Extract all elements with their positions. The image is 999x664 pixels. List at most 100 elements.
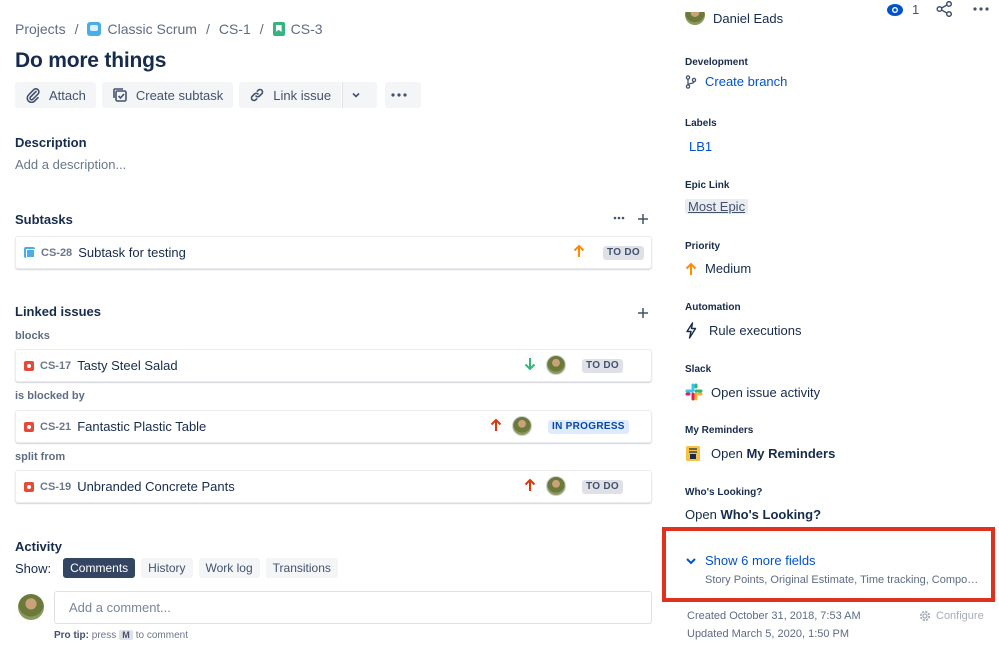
assignee-avatar[interactable]	[546, 355, 566, 375]
gear-icon	[919, 610, 931, 622]
status-lozenge[interactable]: TO DO	[582, 359, 623, 373]
issue-key[interactable]: CS-19	[40, 481, 71, 493]
issue-summary[interactable]: Subtask for testing	[78, 245, 186, 260]
more-icon[interactable]	[973, 1, 989, 17]
checkbox-icon	[113, 88, 127, 102]
priority-value: Medium	[705, 261, 752, 276]
more-actions-button[interactable]	[385, 82, 422, 108]
automation-heading: Automation	[685, 302, 741, 313]
activity-heading: Activity	[15, 539, 62, 554]
protip-key: M	[119, 630, 133, 640]
share-icon[interactable]	[936, 1, 953, 17]
issue-key[interactable]: CS-28	[41, 247, 72, 259]
priority-medium-icon	[685, 262, 697, 276]
breadcrumb-issue[interactable]: CS-3	[272, 21, 323, 37]
epic-link-value: Most Epic	[685, 199, 749, 214]
assignee-field[interactable]: Daniel Eads	[685, 12, 783, 25]
link-issue-button[interactable]: Link issue	[239, 82, 342, 108]
description-heading: Description	[15, 135, 87, 150]
epic-link-heading: Epic Link	[685, 180, 730, 191]
add-link-plus-icon[interactable]	[637, 307, 649, 319]
labels-heading: Labels	[685, 118, 717, 129]
status-lozenge[interactable]: TO DO	[603, 246, 644, 260]
assignee-avatar[interactable]	[546, 476, 566, 496]
priority-high-icon	[573, 244, 585, 257]
priority-highest-icon	[490, 418, 502, 431]
create-subtask-label: Create subtask	[135, 87, 224, 103]
linked-issues-heading: Linked issues	[15, 304, 101, 319]
configure-label: Configure	[936, 610, 984, 622]
assignee-name: Daniel Eads	[713, 12, 784, 25]
breadcrumb-parent[interactable]: CS-1	[219, 21, 251, 37]
show-more-fields-label: Show 6 more fields	[705, 553, 816, 568]
label-chip[interactable]: LB1	[685, 138, 717, 155]
rule-executions-label: Rule executions	[709, 323, 802, 338]
create-branch-link[interactable]: Create branch	[685, 74, 787, 89]
my-reminders-link[interactable]: Open My Reminders	[685, 445, 835, 462]
assignee-avatar	[685, 12, 705, 25]
linked-issue-row[interactable]: CS-19 Unbranded Concrete Pants TO DO	[15, 470, 652, 503]
branch-icon	[685, 74, 697, 89]
show-more-fields-button[interactable]: Show 6 more fields Story Points, Origina…	[685, 553, 980, 586]
assignee-avatar[interactable]	[512, 416, 532, 436]
create-subtask-button[interactable]: Create subtask	[101, 82, 234, 108]
my-reminders-bold: My Reminders	[746, 446, 836, 461]
breadcrumb-projects[interactable]: Projects	[15, 21, 66, 37]
issue-toolbar: Attach Create subtask Link issue	[15, 82, 422, 108]
link-icon	[251, 88, 264, 102]
watch-button[interactable]: 1	[886, 2, 919, 17]
linked-issue-row[interactable]: CS-21 Fantastic Plastic Table IN PROGRES…	[15, 410, 652, 443]
whos-looking-prefix: Open	[685, 507, 717, 522]
configure-button[interactable]: Configure	[918, 609, 984, 623]
breadcrumb-project-label: Classic Scrum	[107, 21, 197, 37]
eye-icon	[887, 3, 903, 16]
link-issue-label: Link issue	[273, 87, 332, 103]
lightning-icon	[685, 322, 697, 339]
bug-icon	[24, 360, 34, 371]
breadcrumb: Projects / Classic Scrum / CS-1 / CS-3	[15, 21, 323, 37]
epic-chip[interactable]: Most Epic	[685, 199, 749, 214]
tab-comments[interactable]: Comments	[63, 558, 136, 578]
protip-label: Pro tip:	[54, 630, 89, 641]
breadcrumb-project[interactable]: Classic Scrum	[87, 21, 197, 37]
subtasks-more-icon[interactable]	[613, 216, 625, 220]
status-lozenge[interactable]: TO DO	[582, 480, 623, 494]
description-placeholder[interactable]: Add a description...	[15, 157, 126, 172]
issue-title[interactable]: Do more things	[15, 49, 166, 73]
comment-input[interactable]: Add a comment...	[54, 591, 652, 624]
current-user-avatar	[18, 594, 44, 620]
story-icon	[272, 22, 285, 36]
whos-looking-heading: Who's Looking?	[685, 487, 763, 498]
issue-key[interactable]: CS-21	[40, 421, 71, 433]
rule-executions-link[interactable]: Rule executions	[685, 322, 802, 339]
link-issue-dropdown-button[interactable]	[342, 82, 378, 108]
linked-issue-row[interactable]: CS-17 Tasty Steel Salad TO DO	[15, 349, 652, 382]
tab-history[interactable]: History	[141, 558, 193, 578]
activity-show-label: Show:	[15, 560, 52, 576]
issue-summary[interactable]: Fantastic Plastic Table	[77, 419, 206, 434]
whos-looking-link[interactable]: Open Who's Looking?	[685, 507, 821, 522]
project-avatar-icon	[87, 22, 102, 36]
tab-work-log[interactable]: Work log	[198, 558, 260, 578]
priority-highest-icon	[524, 478, 536, 491]
reminder-icon	[685, 445, 701, 462]
issue-summary[interactable]: Unbranded Concrete Pants	[77, 479, 235, 494]
slack-activity-link[interactable]: Open issue activity	[685, 383, 820, 401]
development-heading: Development	[685, 57, 748, 68]
link-relation-label: split from	[15, 451, 66, 463]
tab-transitions[interactable]: Transitions	[265, 558, 338, 578]
issue-summary[interactable]: Tasty Steel Salad	[77, 358, 177, 373]
subtask-row[interactable]: CS-28 Subtask for testing TO DO	[15, 236, 652, 269]
attach-button[interactable]: Attach	[15, 82, 96, 108]
chevron-down-icon	[686, 557, 696, 564]
priority-field[interactable]: Medium	[685, 261, 751, 276]
breadcrumb-separator: /	[259, 21, 264, 37]
attach-label: Attach	[49, 87, 86, 103]
status-lozenge[interactable]: IN PROGRESS	[548, 420, 629, 434]
priority-heading: Priority	[685, 241, 721, 252]
add-subtask-plus-icon[interactable]	[637, 213, 649, 225]
protip-suffix: to comment	[135, 630, 188, 641]
subtask-type-icon	[24, 247, 35, 258]
bug-icon	[24, 481, 34, 492]
issue-key[interactable]: CS-17	[40, 360, 71, 372]
